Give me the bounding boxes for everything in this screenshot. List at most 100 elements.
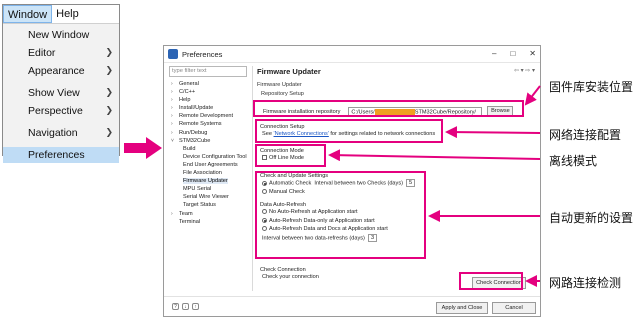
app-icon: [168, 49, 178, 59]
apply-and-close-button[interactable]: Apply and Close: [436, 302, 488, 314]
check-update-highlight: [255, 171, 426, 259]
tree-item-label: Build: [183, 145, 196, 152]
tree-item-label: Remote Development: [179, 113, 234, 120]
tree-item-label: Serial Wire Viewer: [183, 194, 229, 201]
menu-bar-window[interactable]: Window: [3, 5, 53, 23]
menu-item-appearance[interactable]: Appearance ❯: [3, 63, 119, 79]
annotation-check: 网路连接检测: [549, 276, 622, 290]
tree-item-label: Install/Update: [179, 105, 214, 112]
menu-item-label: Editor: [28, 47, 56, 59]
menu-item-label: New Window: [28, 29, 90, 41]
chevron-right-icon[interactable]: ›: [171, 129, 179, 137]
tree-item-label: General: [179, 81, 199, 87]
chevron-right-icon: ❯: [105, 105, 113, 115]
tree-item-label: Terminal: [179, 218, 201, 225]
menu-item-label: Perspective: [28, 105, 83, 117]
chevron-right-icon: ❯: [105, 65, 113, 75]
tree-item[interactable]: › Team: [169, 210, 249, 218]
chevron-right-icon: ❯: [105, 47, 113, 57]
window-controls: – □ ✕: [492, 49, 536, 58]
chevron-right-icon[interactable]: ›: [171, 112, 179, 120]
menu-item-label: Preferences: [28, 149, 85, 161]
connection-setup-highlight: [255, 119, 443, 143]
tree-item-label: File Association: [183, 170, 222, 177]
tree-item-label: Remote Systems: [179, 121, 222, 128]
chevron-right-icon: ❯: [105, 87, 113, 97]
tree-item-label: Firmware Updater: [183, 178, 228, 185]
filter-input[interactable]: type filter text: [169, 66, 247, 77]
menu-item-preferences[interactable]: Preferences: [3, 147, 119, 163]
menu-item-editor[interactable]: Editor ❯: [3, 45, 119, 61]
chevron-right-icon: ❯: [105, 127, 113, 137]
tree-item[interactable]: › Run/Debug: [169, 129, 249, 137]
page-subtitle: Firmware Updater: [257, 82, 302, 88]
close-icon[interactable]: ✕: [529, 49, 536, 58]
footer-icons: ? ↓ ↑: [172, 303, 199, 310]
chevron-right-icon[interactable]: ›: [171, 96, 179, 104]
tree-item-label: Device Configuration Tool: [183, 153, 247, 160]
menu-item-label: Appearance: [28, 65, 85, 77]
repository-highlight: [253, 100, 524, 117]
chevron-right-icon[interactable]: ›: [171, 104, 179, 112]
tree-item[interactable]: › Help: [169, 96, 249, 104]
tree-item-label: Target Status: [183, 202, 216, 209]
tree-item[interactable]: ˅ STM32Cube: [169, 137, 249, 145]
page-nav-arrows[interactable]: ⇦ ▾ ⇨ ▾: [514, 67, 535, 74]
tree-item-label: Help: [179, 97, 191, 104]
chevron-right-icon[interactable]: ›: [171, 120, 179, 128]
menu-item-perspective[interactable]: Perspective ❯: [3, 103, 119, 119]
check-connection-highlight: [459, 272, 523, 290]
tree-item-label: C/C++: [179, 89, 196, 96]
tree-item-label: MPU Serial: [183, 186, 212, 193]
menu-item-label: Navigation: [28, 127, 78, 139]
import-icon[interactable]: ↓: [182, 303, 189, 310]
tree-item[interactable]: › General: [169, 80, 249, 88]
connection-mode-highlight: [255, 144, 326, 167]
annotation-auto-update: 自动更新的设置: [549, 211, 634, 225]
tree-item[interactable]: End User Agreements: [169, 161, 249, 169]
tree-item-label: Team: [179, 210, 193, 217]
maximize-icon[interactable]: □: [510, 49, 515, 58]
menu-bar-help[interactable]: Help: [52, 5, 83, 23]
preferences-tree: type filter text › General › C/C++ › Help › Ins…: [169, 66, 249, 276]
tree-list: › General › C/C++ › Help › Install/Update › Remot…: [169, 80, 249, 226]
minimize-icon[interactable]: –: [492, 49, 496, 58]
tree-item[interactable]: Serial Wire Viewer: [169, 193, 249, 201]
dialog-titlebar: Preferences – □ ✕: [164, 46, 540, 63]
footer-divider: [164, 296, 540, 297]
tree-item[interactable]: File Association: [169, 169, 249, 177]
tree-item[interactable]: Device Configuration Tool: [169, 153, 249, 161]
chevron-right-icon[interactable]: ›: [171, 210, 179, 218]
chevron-down-icon[interactable]: ˅: [171, 137, 179, 145]
annotation-repo: 固件库安装位置: [549, 80, 634, 94]
dialog-title: Preferences: [182, 49, 223, 59]
page-title: Firmware Updater: [257, 67, 321, 76]
tree-item[interactable]: Firmware Updater: [169, 177, 249, 185]
export-icon[interactable]: ↑: [192, 303, 199, 310]
tree-item[interactable]: Terminal: [169, 218, 249, 226]
chevron-right-icon[interactable]: ›: [171, 88, 179, 96]
repository-setup-heading: Repository Setup: [261, 91, 304, 97]
tree-item[interactable]: › Remote Systems: [169, 120, 249, 128]
tree-item-label: Run/Debug: [179, 129, 208, 136]
tree-item[interactable]: › Install/Update: [169, 104, 249, 112]
window-menu: Window Help New Window Editor ❯ Appearanc…: [2, 4, 120, 163]
tree-item[interactable]: › C/C++: [169, 88, 249, 96]
menu-item-new-window[interactable]: New Window: [3, 27, 119, 43]
tree-item[interactable]: Build: [169, 145, 249, 153]
tree-item-label: STM32Cube: [179, 137, 211, 144]
chevron-right-icon[interactable]: ›: [171, 80, 179, 88]
menu-item-label: Show View: [28, 87, 80, 99]
menu-list: New Window Editor ❯ Appearance ❯ Show View…: [3, 24, 119, 163]
menu-bar: Window Help: [3, 5, 119, 24]
tree-item[interactable]: Target Status: [169, 201, 249, 209]
annotation-network: 网络连接配置: [549, 128, 622, 142]
menu-item-show-view[interactable]: Show View ❯: [3, 85, 119, 101]
tree-item[interactable]: MPU Serial: [169, 185, 249, 193]
cancel-button[interactable]: Cancel: [492, 302, 536, 314]
help-icon[interactable]: ?: [172, 303, 179, 310]
tree-item[interactable]: › Remote Development: [169, 112, 249, 120]
tree-item-label: End User Agreements: [183, 161, 238, 168]
annotation-offline: 离线模式: [549, 154, 598, 168]
menu-item-navigation[interactable]: Navigation ❯: [3, 125, 119, 141]
